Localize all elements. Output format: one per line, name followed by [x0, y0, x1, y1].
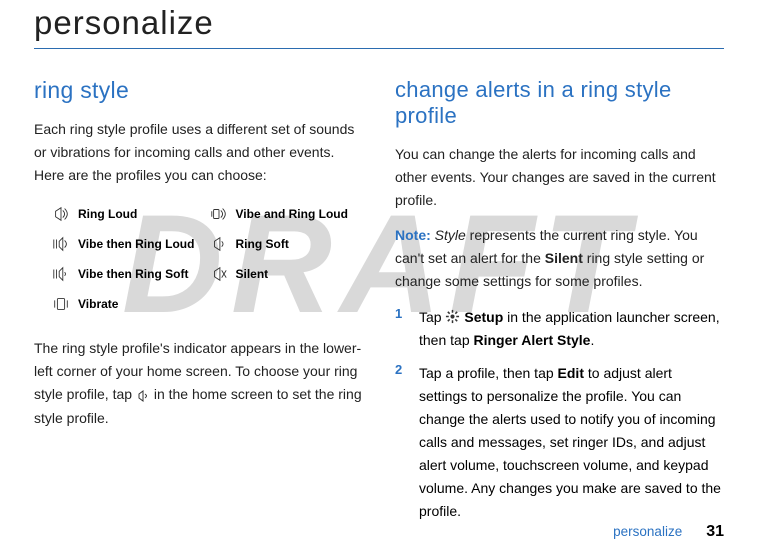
ring-style-intro: Each ring style profile uses a different… [34, 118, 363, 187]
change-alerts-heading: change alerts in a ring style profile [395, 77, 724, 129]
note-label: Note: [395, 227, 431, 243]
step-text: Tap Setup in the application launcher sc… [419, 306, 724, 352]
vibe-then-ring-soft-icon [52, 265, 70, 283]
step2-b: to adjust alert settings to personalize … [419, 365, 721, 520]
step2-edit: Edit [558, 365, 584, 381]
note-silent: Silent [545, 250, 583, 266]
step1-ringer: Ringer Alert Style [474, 332, 591, 348]
profile-vibrate: Vibrate [52, 295, 206, 313]
ring-soft-icon [210, 235, 228, 253]
profile-ring-soft: Ring Soft [210, 235, 364, 253]
step-2: 2 Tap a profile, then tap Edit to adjust… [395, 362, 724, 524]
change-alerts-intro: You can change the alerts for incoming c… [395, 143, 724, 212]
profile-label: Ring Soft [236, 237, 289, 251]
profile-grid: Ring Loud Vibe and Ring Loud Vibe then R… [34, 199, 363, 325]
profile-vibe-ring-loud: Vibe and Ring Loud [210, 205, 364, 223]
page-title: personalize [34, 4, 724, 42]
profile-label: Ring Loud [78, 207, 137, 221]
step-1: 1 Tap Setup in the application launcher … [395, 306, 724, 352]
step1-setup: Setup [464, 309, 503, 325]
profile-label: Vibe then Ring Loud [78, 237, 194, 251]
step1-a: Tap [419, 309, 445, 325]
profile-label: Vibe then Ring Soft [78, 267, 188, 281]
step-number: 1 [395, 306, 405, 352]
profile-ring-loud: Ring Loud [52, 205, 206, 223]
step-number: 2 [395, 362, 405, 524]
right-column: change alerts in a ring style profile Yo… [395, 77, 724, 533]
note-paragraph: Note: Style represents the current ring … [395, 224, 724, 293]
profile-silent: Silent [210, 265, 364, 283]
ring-loud-icon [52, 205, 70, 223]
profile-label: Vibe and Ring Loud [236, 207, 348, 221]
ring-style-heading: ring style [34, 77, 363, 104]
left-column: ring style Each ring style profile uses … [34, 77, 363, 533]
title-rule [34, 48, 724, 49]
profile-label: Vibrate [78, 297, 118, 311]
profile-vibe-then-ring-loud: Vibe then Ring Loud [52, 235, 206, 253]
vibe-then-ring-loud-icon [52, 235, 70, 253]
columns: ring style Each ring style profile uses … [34, 77, 724, 533]
ring-style-inline-icon [136, 389, 150, 403]
step2-a: Tap a profile, then tap [419, 365, 558, 381]
step-text: Tap a profile, then tap Edit to adjust a… [419, 362, 724, 524]
silent-icon [210, 265, 228, 283]
step1-c: . [590, 332, 594, 348]
vibrate-icon [52, 295, 70, 313]
gear-icon [445, 309, 460, 324]
page-content: personalize ring style Each ring style p… [0, 0, 758, 543]
profile-vibe-then-ring-soft: Vibe then Ring Soft [52, 265, 206, 283]
profile-label: Silent [236, 267, 269, 281]
note-style-word: Style [435, 227, 466, 243]
ring-style-para2: The ring style profile's indicator appea… [34, 337, 363, 429]
vibe-ring-loud-icon [210, 205, 228, 223]
